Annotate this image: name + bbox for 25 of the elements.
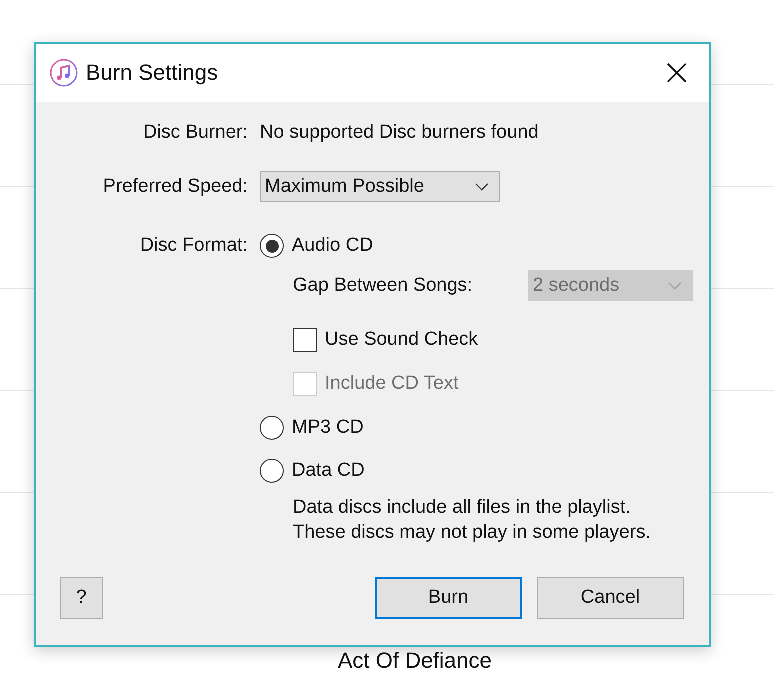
checkbox-label: Include CD Text: [325, 373, 459, 395]
cancel-button[interactable]: Cancel: [537, 577, 684, 619]
radio-button[interactable]: [260, 416, 284, 440]
speed-dropdown[interactable]: Maximum Possible: [260, 171, 500, 202]
field-label: Gap Between Songs:: [293, 274, 473, 296]
radio-label: Data CD: [292, 460, 365, 482]
burn-button[interactable]: Burn: [375, 577, 522, 619]
disc-burner-value: No supported Disc burners found: [260, 122, 539, 144]
checkbox[interactable]: [293, 328, 317, 352]
radio-button[interactable]: [260, 234, 284, 258]
radio-label: MP3 CD: [292, 417, 364, 439]
field-label: Disc Burner:: [142, 122, 248, 144]
close-icon[interactable]: [667, 63, 687, 83]
field-label: Disc Format:: [139, 234, 248, 258]
chevron-down-icon: [475, 182, 489, 190]
music-note-icon: [50, 59, 78, 87]
checkbox-label: Use Sound Check: [325, 329, 478, 351]
chevron-down-icon: [668, 282, 682, 290]
radio-button[interactable]: [260, 459, 284, 483]
radio-label: Audio CD: [292, 235, 374, 257]
album-title: Act Of Defiance: [336, 648, 492, 673]
help-button[interactable]: ?: [60, 577, 103, 619]
field-label: Preferred Speed:: [102, 176, 248, 198]
data-disc-note: Data discs include all files in the playlist. These discs may not play in some players.: [293, 496, 652, 545]
window-title: Burn Settings: [86, 60, 220, 86]
